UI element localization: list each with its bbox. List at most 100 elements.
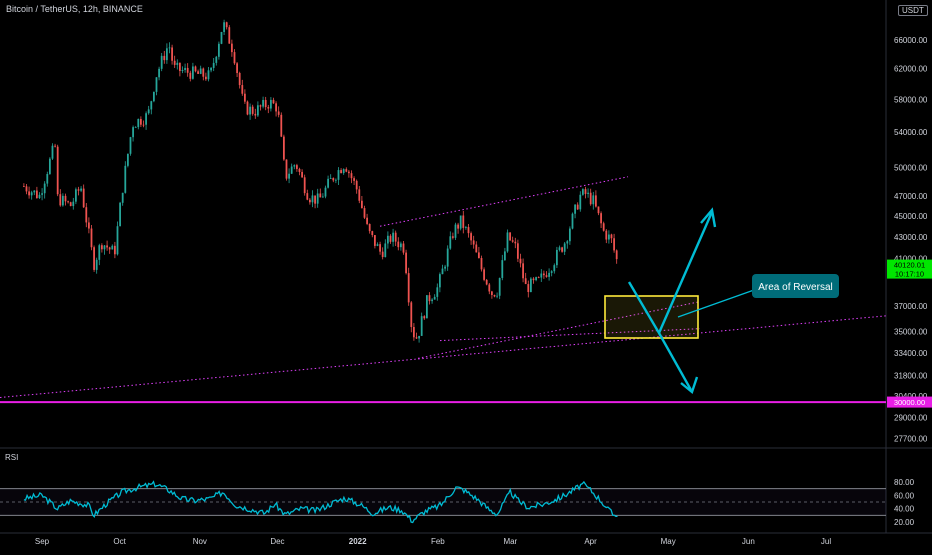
candle-body: [236, 63, 238, 73]
x-tick-label: Nov: [193, 537, 207, 546]
candle-body: [384, 243, 387, 258]
candle-body: [306, 193, 309, 200]
chart-root[interactable]: 66000.00 62000.00 58000.00 54000.00 50000.00…: [0, 0, 932, 550]
candle-body: [22, 186, 25, 188]
candle-body: [615, 250, 618, 260]
candle-body: [345, 169, 348, 172]
x-tick-label: Jun: [742, 537, 755, 546]
candle-body: [566, 241, 569, 244]
candle-body: [134, 127, 137, 128]
candle-body: [574, 204, 576, 214]
candle-body: [158, 68, 160, 78]
candle-body: [540, 273, 543, 278]
candle-body: [459, 215, 462, 229]
rsi-axis[interactable]: 80.00 60.00 40.00 20.00: [894, 478, 915, 527]
candle-body: [602, 223, 605, 231]
candle-body: [571, 213, 574, 229]
candle-body: [446, 248, 449, 267]
candle-body: [527, 284, 530, 293]
candle-body: [607, 234, 610, 240]
candle-body: [423, 316, 426, 319]
candle-body: [509, 232, 511, 241]
down-arrow-path[interactable]: [657, 332, 693, 391]
candle-body: [464, 227, 467, 228]
candle-body: [150, 101, 153, 110]
candle-body: [550, 271, 553, 273]
candle-body: [129, 137, 132, 154]
candle-body: [412, 327, 415, 338]
last-price-label: 40120.01: [894, 261, 925, 270]
symbol-title[interactable]: Bitcoin / TetherUS, 12h, BINANCE: [6, 4, 143, 14]
x-tick-label: Oct: [113, 537, 126, 546]
currency-button[interactable]: USDT: [898, 5, 928, 16]
candle-body: [431, 299, 433, 302]
candle-body: [262, 99, 264, 107]
candle-body: [366, 217, 368, 224]
candle-body: [308, 199, 311, 203]
candle-body: [529, 278, 532, 293]
candle-body: [74, 189, 77, 202]
candle-body: [41, 193, 43, 195]
candle-body: [119, 202, 121, 227]
candle-body: [124, 165, 127, 193]
candle-body: [483, 269, 485, 280]
candle-body: [254, 113, 257, 116]
area-of-reversal-label[interactable]: Area of Reversal: [752, 274, 839, 298]
y-tick-label: 43000.00: [894, 233, 928, 242]
y-tick-label: 33400.00: [894, 349, 928, 358]
x-tick-label: Apr: [584, 537, 597, 546]
candle-body: [199, 68, 202, 74]
candle-body: [290, 166, 293, 174]
candle-body: [145, 113, 147, 125]
time-axis[interactable]: Sep Oct Nov Dec 2022 Feb Mar Apr May Jun Jul: [35, 537, 831, 546]
rsi-tick-label: 40.00: [894, 505, 915, 514]
candle-body: [516, 243, 519, 259]
candle-body: [210, 67, 212, 71]
y-tick-label: 47000.00: [894, 192, 928, 201]
rsi-layer: [0, 480, 886, 524]
candle-body: [197, 71, 199, 74]
candle-body: [152, 91, 155, 102]
candle-body: [303, 177, 306, 194]
candle-body: [147, 109, 150, 114]
y-tick-label: 31800.00: [894, 371, 928, 380]
candle-body: [251, 106, 254, 114]
rsi-title[interactable]: RSI: [5, 453, 18, 462]
candle-body: [126, 153, 129, 166]
candle-body: [537, 277, 540, 278]
candle-body: [490, 291, 493, 295]
reversal-zone-box[interactable]: [604, 295, 699, 339]
candle-body: [402, 243, 405, 253]
price-axis[interactable]: 66000.00 62000.00 58000.00 54000.00 50000.00…: [887, 7, 932, 444]
candle-body: [33, 190, 36, 193]
x-tick-label: Sep: [35, 537, 50, 546]
candle-body: [605, 230, 608, 240]
chart-canvas[interactable]: 66000.00 62000.00 58000.00 54000.00 50000.00…: [0, 0, 932, 550]
candle-body: [106, 245, 108, 248]
candle-body: [202, 68, 205, 77]
candle-body: [67, 201, 69, 203]
candle-body: [165, 48, 168, 61]
candle-body: [342, 169, 345, 174]
candle-body: [350, 173, 353, 179]
candle-body: [420, 316, 423, 336]
candle-body: [555, 249, 558, 266]
candle-body: [493, 294, 496, 297]
candle-body: [54, 145, 56, 147]
candle-body: [376, 244, 379, 246]
candle-body: [600, 213, 602, 224]
candle-body: [155, 77, 158, 92]
candle-body: [280, 114, 283, 137]
candle-body: [80, 188, 82, 191]
candle-body: [178, 62, 181, 71]
candle-body: [392, 232, 394, 242]
candle-body: [514, 241, 517, 244]
candle-body: [228, 27, 231, 44]
candle-body: [451, 236, 454, 238]
x-tick-label: 2022: [349, 537, 367, 546]
y-tick-label: 62000.00: [894, 65, 928, 74]
y-tick-label: 37000.00: [894, 302, 928, 311]
candle-body: [85, 207, 88, 223]
long-trendline[interactable]: [0, 315, 887, 399]
y-tick-label: 35000.00: [894, 327, 928, 336]
